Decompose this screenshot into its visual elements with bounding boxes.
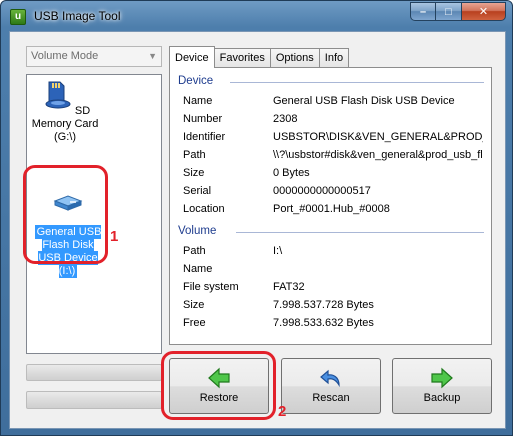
- arrow-right-icon: [431, 367, 453, 389]
- prop-value: Port_#0001.Hub_#0008: [273, 203, 390, 215]
- prop-key: Serial: [183, 185, 212, 197]
- rescan-button[interactable]: Rescan: [281, 358, 381, 414]
- app-icon[interactable]: u: [10, 9, 26, 25]
- caption-buttons: – □ ✕: [410, 2, 506, 21]
- annotation-number-2: 2: [278, 403, 287, 420]
- prop-key: Size: [183, 167, 205, 179]
- close-button[interactable]: ✕: [462, 2, 506, 21]
- volume-mode-value: Volume Mode: [31, 50, 99, 62]
- rescan-arrow-icon: [320, 369, 340, 388]
- client-area: Volume Mode ▼ SD Memory Card (G:\) Gener…: [9, 31, 506, 429]
- prop-key: Identifier: [183, 131, 226, 143]
- prop-key: Name: [183, 95, 213, 107]
- volume-mode-select[interactable]: Volume Mode ▼: [26, 46, 162, 67]
- prop-key: Number: [183, 113, 223, 125]
- prop-key: Location: [183, 203, 225, 215]
- volume-row-path: Path I:\: [183, 245, 483, 259]
- maximize-button[interactable]: □: [436, 2, 462, 21]
- tab-strip: Device Favorites Options Info: [169, 46, 350, 68]
- prop-key: File system: [183, 281, 239, 293]
- prop-value: I:\: [273, 245, 283, 257]
- prop-value: 2308: [273, 113, 298, 125]
- volume-group-divider: [236, 232, 484, 233]
- drive-item-sd-card[interactable]: SD Memory Card (G:\): [30, 79, 100, 144]
- device-row-serial: Serial 0000000000000517: [183, 185, 483, 199]
- device-group-divider: [230, 82, 484, 83]
- volume-row-file-system: File system FAT32: [183, 281, 483, 295]
- device-row-location: Location Port_#0001.Hub_#0008: [183, 203, 483, 217]
- volume-row-size: Size 7.998.537.728 Bytes: [183, 299, 483, 313]
- prop-value: 0000000000000517: [273, 185, 371, 197]
- annotation-ring-drive: [23, 165, 108, 264]
- tab-favorites[interactable]: Favorites: [213, 48, 271, 68]
- device-row-identifier: Identifier USBSTOR\DISK&VEN_GENERAL&PROD…: [183, 131, 483, 145]
- backup-label: Backup: [423, 392, 461, 404]
- prop-key: Path: [183, 149, 206, 161]
- device-group-header: Device: [178, 75, 214, 87]
- volume-row-name: Name: [183, 263, 483, 277]
- tab-device[interactable]: Device: [169, 46, 215, 68]
- progress-bar-bottom: [26, 391, 162, 409]
- window-title: USB Image Tool: [34, 9, 121, 23]
- device-row-number: Number 2308: [183, 113, 483, 127]
- volume-row-free: Free 7.998.533.632 Bytes: [183, 317, 483, 331]
- prop-value: General USB Flash Disk USB Device: [273, 95, 455, 107]
- rescan-label: Rescan: [312, 392, 350, 404]
- prop-key: Name: [183, 263, 213, 275]
- annotation-ring-restore: [161, 351, 276, 420]
- prop-key: Free: [183, 317, 206, 329]
- volume-group-header: Volume: [178, 225, 217, 237]
- prop-value: USBSTOR\DISK&VEN_GENERAL&PROD_: [273, 131, 483, 143]
- chevron-down-icon: ▼: [148, 51, 157, 61]
- prop-value: 7.998.537.728 Bytes: [273, 299, 374, 311]
- device-row-name: Name General USB Flash Disk USB Device: [183, 95, 483, 109]
- annotation-number-1: 1: [110, 228, 119, 245]
- backup-button[interactable]: Backup: [392, 358, 492, 414]
- tab-options[interactable]: Options: [269, 48, 320, 68]
- prop-key: Size: [183, 299, 205, 311]
- minimize-button[interactable]: –: [410, 2, 436, 21]
- tab-info[interactable]: Info: [318, 48, 350, 68]
- device-row-size: Size 0 Bytes: [183, 167, 483, 181]
- app-window: u USB Image Tool – □ ✕ Volume Mode ▼ SD …: [0, 0, 513, 436]
- sd-card-icon: [45, 81, 71, 109]
- prop-value: 0 Bytes: [273, 167, 310, 179]
- progress-bar-top: [26, 364, 162, 381]
- prop-key: Path: [183, 245, 206, 257]
- device-row-path: Path \\?\usbstor#disk&ven_general&prod_u…: [183, 149, 483, 163]
- prop-value: FAT32: [273, 281, 305, 293]
- prop-value: 7.998.533.632 Bytes: [273, 317, 374, 329]
- title-bar[interactable]: u USB Image Tool – □ ✕: [1, 1, 512, 31]
- prop-value: \\?\usbstor#disk&ven_general&prod_usb_fl…: [273, 149, 483, 161]
- device-tab-panel: Device Name General USB Flash Disk USB D…: [169, 67, 492, 345]
